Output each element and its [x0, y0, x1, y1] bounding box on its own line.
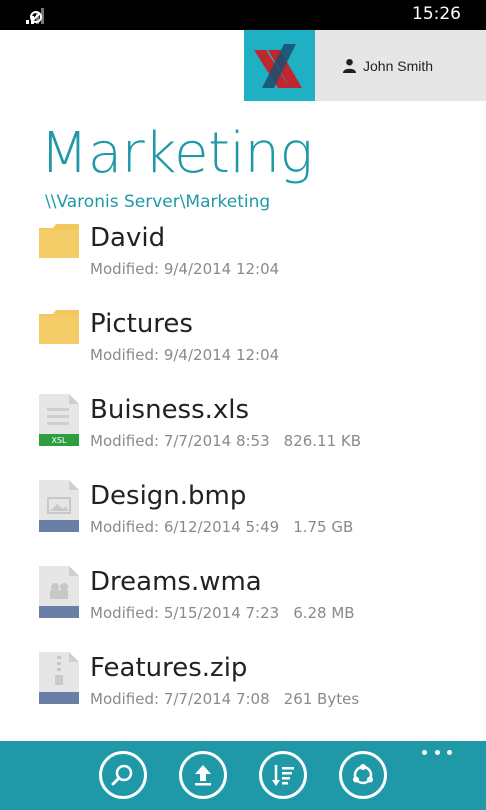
file-name: Pictures	[90, 309, 193, 339]
user-name: John Smith	[363, 57, 434, 74]
account-tile[interactable]: John Smith	[244, 30, 486, 101]
spreadsheet-file-icon: XSL	[39, 394, 79, 446]
modified-date: Modified: 7/7/2014 8:53	[90, 432, 270, 450]
more-dot	[434, 749, 440, 755]
file-size: 826.11 KB	[283, 432, 362, 450]
user-info: John Smith	[342, 30, 433, 101]
more-icon[interactable]	[422, 747, 452, 757]
file-meta: Modified: 7/7/2014 7:08 261 Bytes	[90, 690, 359, 708]
file-name: Features.zip	[90, 653, 248, 683]
more-dot	[447, 749, 452, 755]
varonis-logo	[244, 30, 315, 101]
file-meta: Modified: 9/4/2014 12:04	[90, 260, 279, 278]
share-button[interactable]	[339, 751, 387, 799]
xls-badge: XSL	[51, 436, 67, 445]
user-icon	[342, 58, 357, 73]
modified-date: Modified: 6/12/2014 5:49	[90, 518, 280, 536]
modified-date: Modified: 9/4/2014 12:04	[90, 260, 280, 278]
sort-button[interactable]	[259, 751, 307, 799]
more-dot	[422, 749, 427, 755]
upload-icon	[195, 765, 211, 786]
file-size: 1.75 GB	[293, 518, 354, 536]
folder-icon	[39, 224, 79, 258]
logo-icon	[254, 44, 302, 88]
archive-file-icon	[39, 652, 79, 704]
file-size: 6.28 MB	[293, 604, 355, 622]
page-title: Marketing	[40, 121, 313, 186]
list-item-file-xls[interactable]: XSL Buisness.xls Modified: 7/7/2014 8:53…	[0, 392, 486, 478]
clock: 15:26	[412, 4, 461, 24]
file-name: Dreams.wma	[90, 567, 262, 597]
file-meta: Modified: 5/15/2014 7:23 6.28 MB	[90, 604, 355, 622]
file-size: 261 Bytes	[283, 690, 360, 708]
image-file-icon	[39, 480, 79, 532]
list-item-file-bmp[interactable]: Design.bmp Modified: 6/12/2014 5:49 1.75 …	[0, 478, 486, 564]
list-item-folder-david[interactable]: David Modified: 9/4/2014 12:04	[0, 220, 486, 306]
upload-button[interactable]	[179, 751, 227, 799]
search-icon	[111, 764, 133, 786]
file-name: Design.bmp	[90, 481, 247, 511]
file-meta: Modified: 9/4/2014 12:04	[90, 346, 279, 364]
file-meta: Modified: 6/12/2014 5:49 1.75 GB	[90, 518, 353, 536]
folder-icon	[39, 310, 79, 344]
status-bar: 15:26	[0, 0, 486, 30]
search-button[interactable]	[99, 751, 147, 799]
modified-date: Modified: 5/15/2014 7:23	[90, 604, 280, 622]
share-icon	[353, 764, 373, 785]
sort-icon	[272, 765, 294, 786]
file-name: Buisness.xls	[90, 395, 250, 425]
modified-date: Modified: 7/7/2014 7:08	[90, 690, 270, 708]
breadcrumb: \\Varonis Server\Marketing	[45, 192, 271, 212]
modified-date: Modified: 9/4/2014 12:04	[90, 346, 280, 364]
app-bar	[0, 741, 486, 810]
file-meta: Modified: 7/7/2014 8:53 826.11 KB	[90, 432, 361, 450]
signal-icon	[26, 8, 44, 24]
list-item-file-zip[interactable]: Features.zip Modified: 7/7/2014 7:08 261 …	[0, 650, 486, 736]
list-item-folder-pictures[interactable]: Pictures Modified: 9/4/2014 12:04	[0, 306, 486, 392]
list-item-file-wma[interactable]: Dreams.wma Modified: 5/15/2014 7:23 6.28 …	[0, 564, 486, 650]
audio-file-icon	[39, 566, 79, 618]
file-name: David	[90, 223, 166, 253]
